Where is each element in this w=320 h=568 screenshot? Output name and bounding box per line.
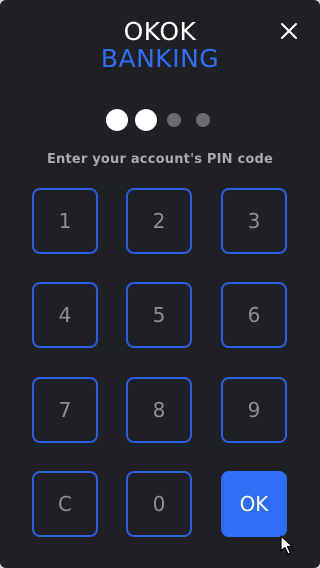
- ok-button[interactable]: OK: [221, 471, 287, 537]
- pin-dot-empty: [196, 113, 210, 127]
- mouse-pointer-icon: [280, 535, 294, 555]
- key-9[interactable]: 9: [221, 377, 287, 443]
- key-0[interactable]: 0: [126, 471, 192, 537]
- clear-button[interactable]: C: [32, 471, 98, 537]
- key-2[interactable]: 2: [126, 188, 192, 254]
- key-8[interactable]: 8: [126, 377, 192, 443]
- key-4[interactable]: 4: [32, 282, 98, 348]
- brand-name-bottom: BANKING: [100, 44, 220, 73]
- brand-logo: OKOK BANKING: [0, 19, 320, 71]
- pin-progress-indicator: [0, 109, 320, 131]
- key-7[interactable]: 7: [32, 377, 98, 443]
- pin-dot-filled: [135, 109, 157, 131]
- key-1[interactable]: 1: [32, 188, 98, 254]
- numeric-keypad: 1 2 3 4 5 6 7 8 9 C 0 OK: [32, 188, 288, 539]
- brand-name-top: OKOK: [123, 17, 197, 46]
- key-5[interactable]: 5: [126, 282, 192, 348]
- pin-instruction-label: Enter your account's PIN code: [46, 152, 274, 167]
- key-3[interactable]: 3: [221, 188, 287, 254]
- pin-dot-filled: [106, 109, 128, 131]
- pin-entry-screen: OKOK BANKING Enter your account's PIN co…: [0, 0, 320, 568]
- pin-dot-empty: [167, 113, 181, 127]
- key-6[interactable]: 6: [221, 282, 287, 348]
